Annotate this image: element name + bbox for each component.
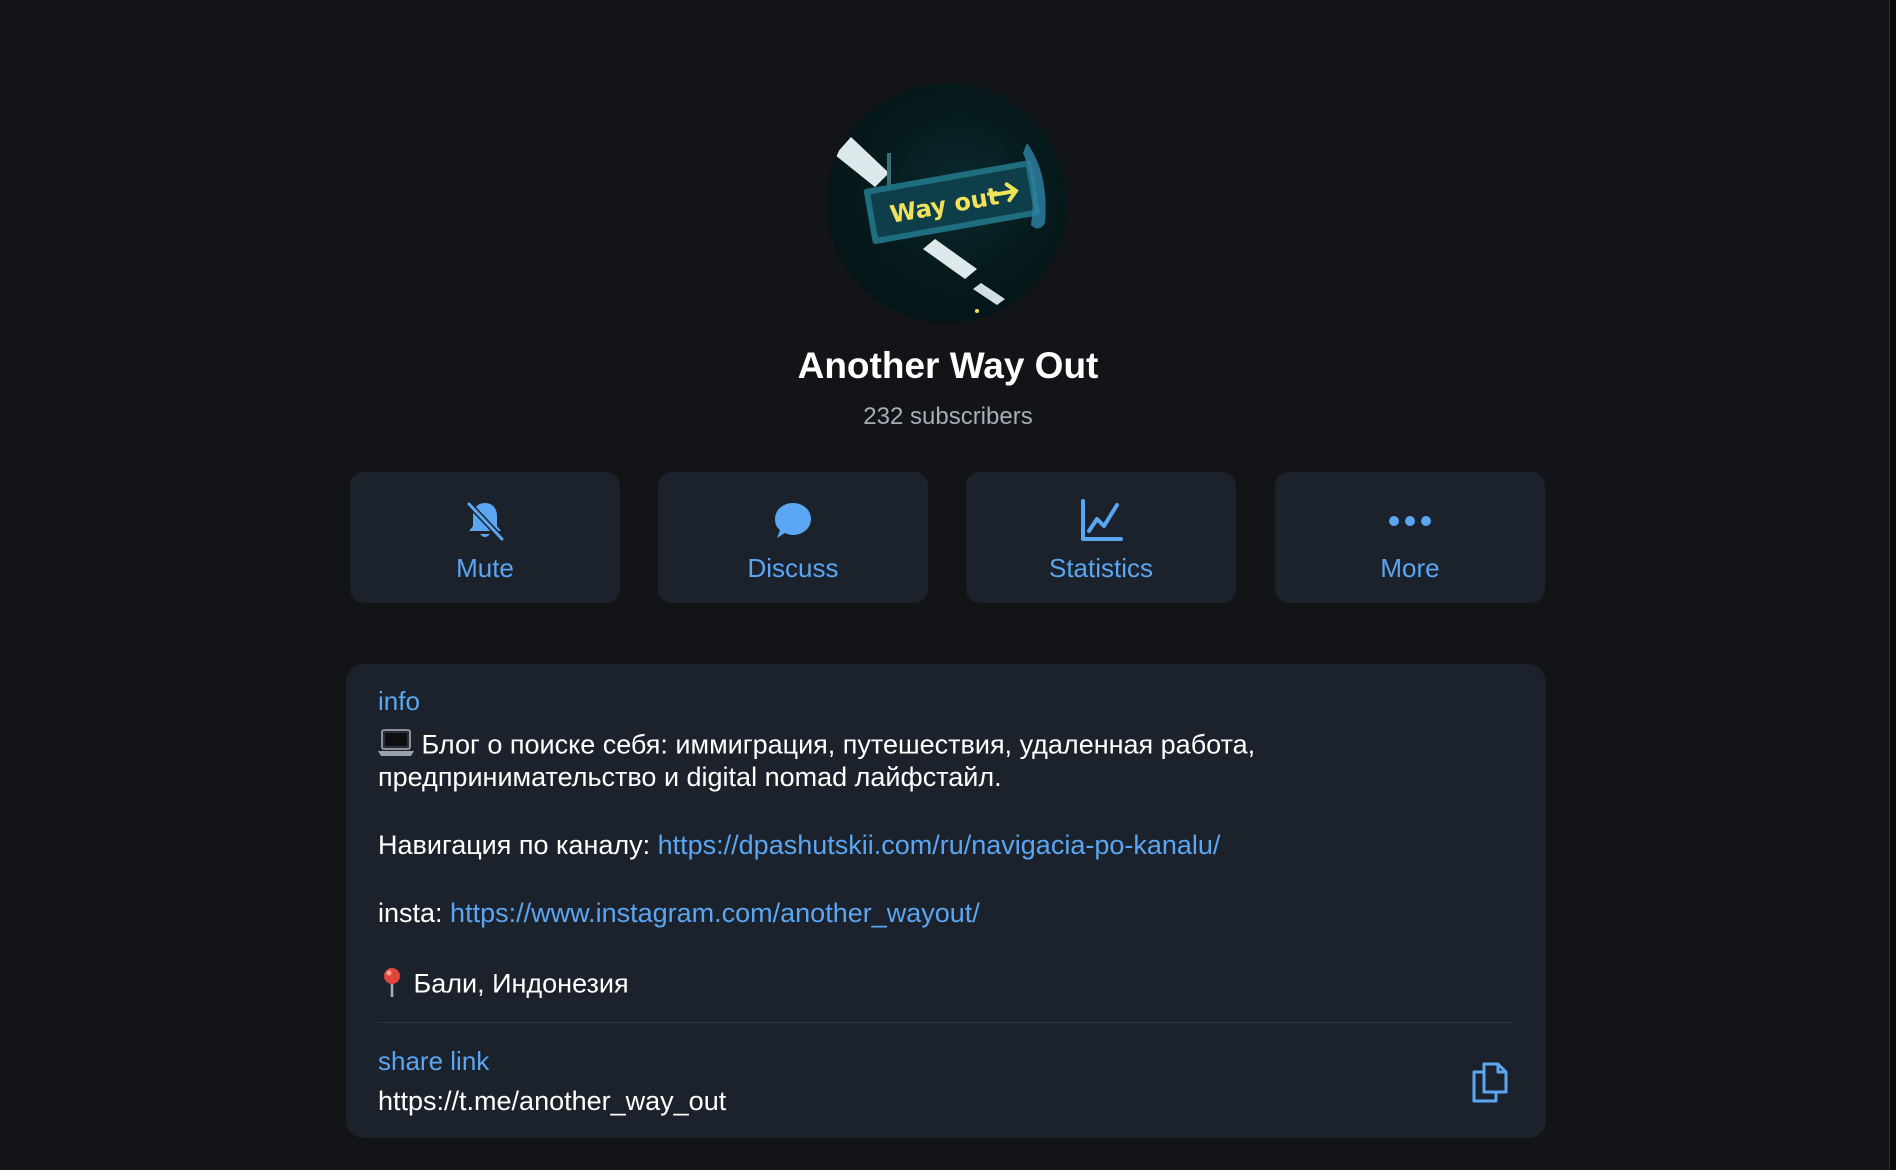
share-link-url[interactable]: https://t.me/another_way_out bbox=[378, 1086, 726, 1117]
share-link-label: share link bbox=[378, 1046, 490, 1076]
ellipsis-icon bbox=[1275, 498, 1545, 544]
info-description-line-1: Блог о поиске себя: иммиграция, путешест… bbox=[378, 728, 1255, 765]
statistics-button[interactable]: Statistics bbox=[966, 472, 1236, 603]
copy-link-button[interactable] bbox=[1466, 1056, 1514, 1108]
navigation-prefix: Навигация по каналу: bbox=[378, 830, 658, 860]
channel-title: Another Way Out bbox=[797, 345, 1099, 386]
discuss-label: Discuss bbox=[747, 553, 839, 583]
chat-bubble-icon bbox=[658, 498, 928, 544]
mute-label: Mute bbox=[456, 553, 514, 583]
subscriber-count: 232 subscribers bbox=[863, 403, 1033, 430]
info-description-text-1: Блог о поиске себя: иммиграция, путешест… bbox=[421, 729, 1256, 760]
info-navigation-line: Навигация по каналу: https://dpashutskii… bbox=[378, 830, 1220, 861]
copy-icon bbox=[1472, 1062, 1508, 1103]
channel-avatar[interactable]: Way out bbox=[827, 83, 1067, 323]
info-location-line: Бали, Индонезия bbox=[378, 966, 629, 1005]
laptop-icon bbox=[378, 728, 414, 765]
location-text: Бали, Индонезия bbox=[413, 968, 629, 999]
info-description-line-2: предпринимательство и digital nomad лайф… bbox=[378, 762, 1002, 792]
bell-slash-icon bbox=[350, 498, 620, 544]
instagram-link[interactable]: https://www.instagram.com/another_wayout… bbox=[450, 898, 980, 928]
discuss-button[interactable]: Discuss bbox=[658, 472, 928, 603]
way-out-sign-image: Way out bbox=[835, 137, 1046, 313]
channel-info-card: info Блог о поиске себя: иммиграция, пут… bbox=[346, 664, 1546, 1138]
window-edge bbox=[1889, 0, 1896, 1170]
info-insta-line: insta: https://www.instagram.com/another… bbox=[378, 898, 980, 929]
chart-icon bbox=[966, 498, 1236, 544]
channel-info-page: Way out Another Way Out 232 subscribers … bbox=[0, 0, 1896, 1170]
mute-button[interactable]: Mute bbox=[350, 472, 620, 603]
location-pin-icon bbox=[378, 966, 406, 1005]
info-section-label: info bbox=[378, 686, 420, 716]
action-buttons-row: Mute Discuss Statistics More bbox=[350, 472, 1545, 603]
insta-prefix: insta: bbox=[378, 898, 451, 928]
navigation-link[interactable]: https://dpashutskii.com/ru/navigacia-po-… bbox=[658, 830, 1221, 860]
more-button[interactable]: More bbox=[1275, 472, 1545, 603]
card-divider bbox=[378, 1022, 1514, 1023]
statistics-label: Statistics bbox=[1048, 553, 1154, 583]
more-label: More bbox=[1380, 553, 1440, 583]
